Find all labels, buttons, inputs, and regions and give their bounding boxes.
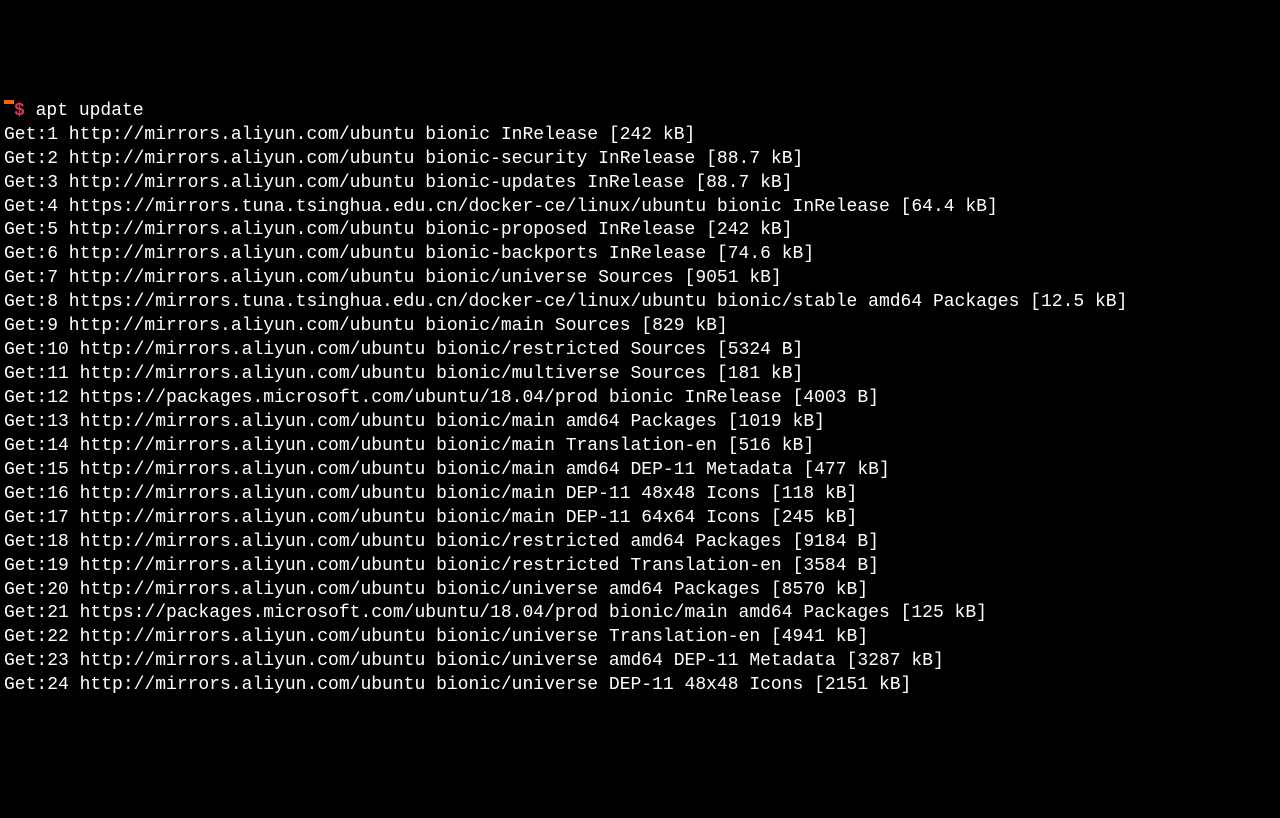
output-line: Get:11 http://mirrors.aliyun.com/ubuntu … xyxy=(4,363,1276,387)
output-line: Get:7 http://mirrors.aliyun.com/ubuntu b… xyxy=(4,267,1276,291)
output-line: Get:24 http://mirrors.aliyun.com/ubuntu … xyxy=(4,674,1276,698)
output-line: Get:21 https://packages.microsoft.com/ub… xyxy=(4,602,1276,626)
output-line: Get:3 http://mirrors.aliyun.com/ubuntu b… xyxy=(4,172,1276,196)
command-text: apt update xyxy=(36,101,144,121)
output-line: Get:13 http://mirrors.aliyun.com/ubuntu … xyxy=(4,411,1276,435)
output-line: Get:20 http://mirrors.aliyun.com/ubuntu … xyxy=(4,579,1276,603)
output-line: Get:18 http://mirrors.aliyun.com/ubuntu … xyxy=(4,531,1276,555)
output-line: Get:15 http://mirrors.aliyun.com/ubuntu … xyxy=(4,459,1276,483)
output-line: Get:4 https://mirrors.tuna.tsinghua.edu.… xyxy=(4,196,1276,220)
output-line: Get:14 http://mirrors.aliyun.com/ubuntu … xyxy=(4,435,1276,459)
output-line: Get:10 http://mirrors.aliyun.com/ubuntu … xyxy=(4,339,1276,363)
output-line: Get:2 http://mirrors.aliyun.com/ubuntu b… xyxy=(4,148,1276,172)
output-line: Get:19 http://mirrors.aliyun.com/ubuntu … xyxy=(4,555,1276,579)
output-line: Get:22 http://mirrors.aliyun.com/ubuntu … xyxy=(4,626,1276,650)
output-line: Get:16 http://mirrors.aliyun.com/ubuntu … xyxy=(4,483,1276,507)
output-line: Get:6 http://mirrors.aliyun.com/ubuntu b… xyxy=(4,243,1276,267)
cursor-icon xyxy=(4,100,14,104)
output-line: Get:12 https://packages.microsoft.com/ub… xyxy=(4,387,1276,411)
output-line: Get:1 http://mirrors.aliyun.com/ubuntu b… xyxy=(4,124,1276,148)
output-line: Get:17 http://mirrors.aliyun.com/ubuntu … xyxy=(4,507,1276,531)
output-line: Get:9 http://mirrors.aliyun.com/ubuntu b… xyxy=(4,315,1276,339)
terminal-output[interactable]: $ apt updateGet:1 http://mirrors.aliyun.… xyxy=(4,100,1276,698)
output-line: Get:8 https://mirrors.tuna.tsinghua.edu.… xyxy=(4,291,1276,315)
prompt-symbol: $ xyxy=(14,101,25,121)
prompt-line: $ apt update xyxy=(4,100,1276,124)
output-line: Get:5 http://mirrors.aliyun.com/ubuntu b… xyxy=(4,219,1276,243)
output-line: Get:23 http://mirrors.aliyun.com/ubuntu … xyxy=(4,650,1276,674)
